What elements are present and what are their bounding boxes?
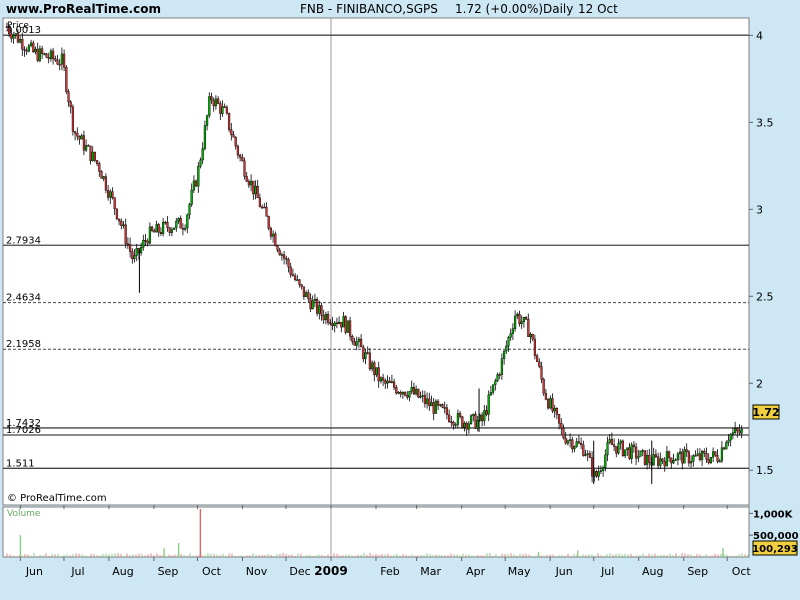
y-tick-label: 2 — [756, 377, 763, 390]
level-label: 2.7934 — [6, 235, 41, 246]
x-tick-label: Nov — [246, 565, 268, 578]
last-price-marker: 1.72 — [752, 404, 780, 420]
x-tick-label: Apr — [466, 565, 486, 578]
candle — [709, 456, 713, 464]
candle — [65, 64, 68, 95]
level-label: 1.511 — [6, 458, 35, 469]
candle — [547, 397, 550, 410]
candle — [274, 231, 277, 247]
last-volume-label: 100,293 — [752, 544, 798, 555]
chart-window: www.ProRealTime.com FNB - FINIBANCO,SGPS… — [0, 0, 800, 600]
candle — [470, 414, 473, 425]
candle — [228, 112, 231, 133]
candle — [621, 439, 625, 457]
candle — [346, 320, 350, 333]
x-tick-label: Aug — [112, 565, 133, 578]
candle — [45, 53, 48, 58]
x-tick-label: 2009 — [314, 564, 347, 578]
x-tick-label: Jun — [555, 565, 573, 578]
candle — [417, 388, 420, 399]
candle — [71, 104, 75, 136]
candle — [243, 157, 246, 180]
level-label: 2.4634 — [6, 293, 41, 304]
x-tick-label: Jul — [70, 565, 84, 578]
x-tick-label: Aug — [642, 565, 663, 578]
x-tick-label: Sep — [687, 565, 708, 578]
candle — [100, 170, 103, 179]
x-tick-label: Dec — [289, 565, 310, 578]
x-tick-label: Sep — [158, 565, 179, 578]
x-tick-label: Mar — [420, 565, 441, 578]
candle — [316, 297, 319, 317]
y-tick-label: 1.5 — [756, 464, 774, 477]
x-tick-label: Oct — [732, 565, 752, 578]
price-chart-svg: Price Volume © ProRealTime.com 4.00132.7… — [2, 17, 799, 578]
volume-panel-label: Volume — [7, 509, 41, 519]
candle — [542, 377, 545, 396]
volume-panel — [2, 506, 750, 558]
last-price-label: 1.72 — [752, 406, 779, 419]
candle — [639, 450, 642, 457]
price-panel — [2, 17, 750, 506]
candle — [344, 315, 347, 335]
candle — [461, 415, 464, 429]
candle — [173, 227, 176, 231]
x-tick-label: May — [508, 565, 531, 578]
x-tick-label: Jul — [600, 565, 614, 578]
y-tick-label: 3.5 — [756, 116, 774, 129]
level-label: 2.1958 — [6, 339, 41, 350]
level-label: 1.7026 — [6, 425, 41, 436]
x-tick-label: Jun — [25, 565, 43, 578]
y-tick-label: 2.5 — [756, 290, 774, 303]
y-tick-label: 3 — [756, 203, 763, 216]
volume-y-tick-label: 1,000K — [753, 509, 794, 520]
candle — [267, 215, 270, 231]
x-tick-label: Oct — [202, 565, 222, 578]
last-volume-marker: 100,293 — [752, 540, 798, 556]
candle — [643, 450, 647, 466]
y-tick-label: 4 — [756, 29, 763, 42]
copyright-label: © ProRealTime.com — [7, 493, 107, 504]
x-tick-label: Feb — [380, 565, 399, 578]
candle — [434, 399, 438, 414]
candle — [115, 208, 119, 221]
